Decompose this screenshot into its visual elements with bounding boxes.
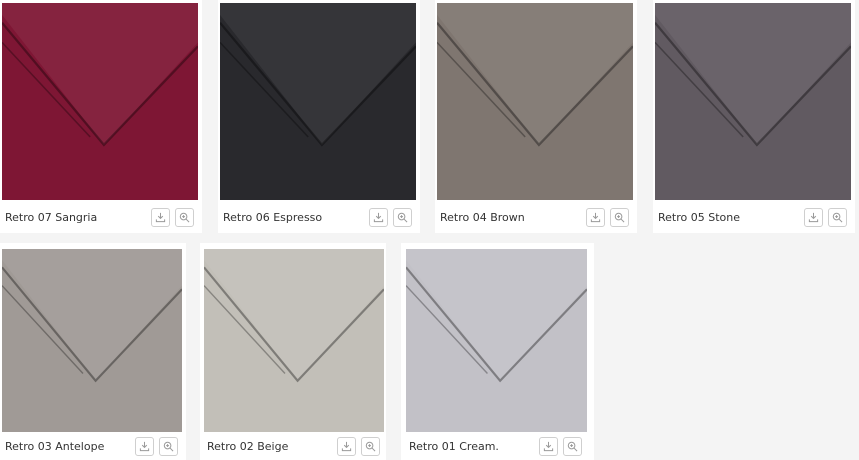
swatch-image[interactable] — [437, 3, 633, 200]
download-icon — [139, 441, 150, 452]
fabric-fold-image — [220, 3, 416, 200]
swatch-name: Retro 02 Beige — [207, 440, 289, 453]
swatch-card[interactable]: Retro 05 Stone — [653, 0, 855, 233]
fabric-fold-image — [437, 3, 633, 200]
fabric-fold-image — [2, 249, 182, 432]
swatch-card[interactable]: Retro 07 Sangria — [0, 0, 202, 233]
download-button[interactable] — [369, 208, 388, 227]
zoom-in-icon — [832, 212, 843, 223]
zoom-button[interactable] — [361, 437, 380, 456]
zoom-in-icon — [163, 441, 174, 452]
zoom-in-icon — [567, 441, 578, 452]
download-button[interactable] — [586, 208, 605, 227]
zoom-button[interactable] — [828, 208, 847, 227]
zoom-button[interactable] — [563, 437, 582, 456]
download-button[interactable] — [151, 208, 170, 227]
swatch-name: Retro 04 Brown — [440, 211, 525, 224]
swatch-card[interactable]: Retro 03 Antelope — [0, 243, 186, 460]
swatch-card[interactable]: Retro 06 Espresso — [218, 0, 420, 233]
zoom-in-icon — [365, 441, 376, 452]
swatch-card[interactable]: Retro 04 Brown — [435, 0, 637, 233]
download-button[interactable] — [135, 437, 154, 456]
swatch-card[interactable]: Retro 01 Cream. — [401, 243, 594, 460]
swatch-image[interactable] — [204, 249, 384, 432]
swatch-name: Retro 01 Cream. — [409, 440, 499, 453]
swatch-name: Retro 07 Sangria — [5, 211, 98, 224]
download-button[interactable] — [804, 208, 823, 227]
fabric-fold-image — [655, 3, 851, 200]
swatch-card[interactable]: Retro 02 Beige — [200, 243, 386, 460]
download-icon — [590, 212, 601, 223]
download-icon — [373, 212, 384, 223]
download-button[interactable] — [337, 437, 356, 456]
swatch-image[interactable] — [220, 3, 416, 200]
zoom-button[interactable] — [393, 208, 412, 227]
download-icon — [543, 441, 554, 452]
download-button[interactable] — [539, 437, 558, 456]
swatch-name: Retro 03 Antelope — [5, 440, 105, 453]
swatch-image[interactable] — [2, 3, 198, 200]
zoom-in-icon — [397, 212, 408, 223]
fabric-fold-image — [406, 249, 587, 432]
fabric-fold-image — [204, 249, 384, 432]
zoom-in-icon — [614, 212, 625, 223]
download-icon — [155, 212, 166, 223]
zoom-button[interactable] — [175, 208, 194, 227]
swatch-name: Retro 06 Espresso — [223, 211, 323, 224]
download-icon — [341, 441, 352, 452]
download-icon — [808, 212, 819, 223]
swatch-name: Retro 05 Stone — [658, 211, 740, 224]
swatch-image[interactable] — [2, 249, 182, 432]
fabric-fold-image — [2, 3, 198, 200]
zoom-button[interactable] — [159, 437, 178, 456]
swatch-image[interactable] — [655, 3, 851, 200]
swatch-image[interactable] — [406, 249, 587, 432]
zoom-in-icon — [179, 212, 190, 223]
zoom-button[interactable] — [610, 208, 629, 227]
